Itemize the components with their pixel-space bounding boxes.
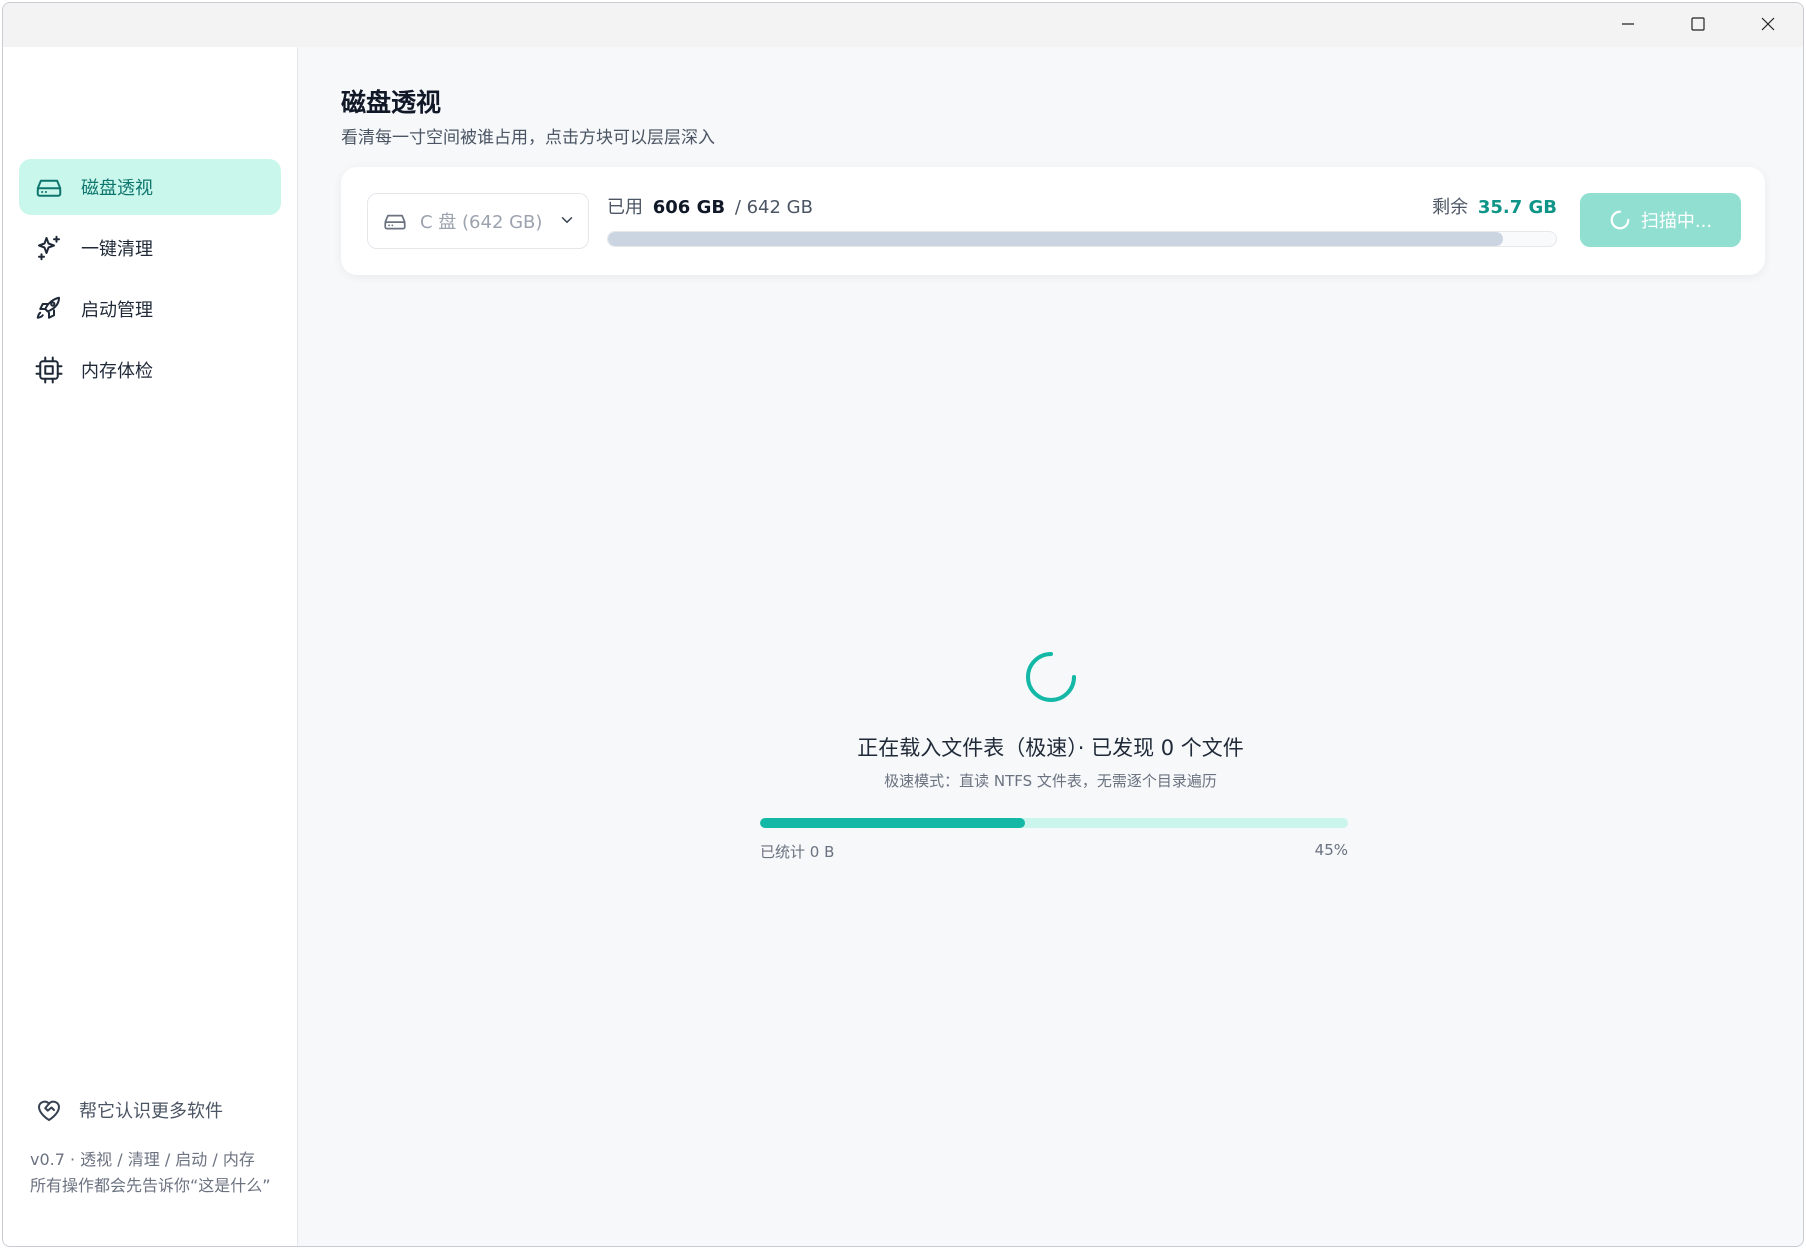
- used-value: 606 GB: [652, 197, 726, 218]
- cpu-chip-icon: [33, 354, 65, 386]
- minimize-icon: [1621, 16, 1635, 35]
- page-subtitle: 看清每一寸空间被谁占用，点击方块可以层层深入: [341, 128, 715, 148]
- main-content: 磁盘透视 看清每一寸空间被谁占用，点击方块可以层层深入 C 盘 (642 GB)…: [298, 47, 1803, 1246]
- disk-usage-bar: [607, 231, 1557, 247]
- usage-summary: 已用 606 GB / 642 GB 剩余 35.7 GB: [607, 193, 1557, 219]
- free-label: 剩余: [1432, 197, 1469, 218]
- loading-status: 正在载入文件表（极速）· 已发现 0 个文件: [857, 736, 1244, 760]
- maximize-icon: [1691, 16, 1705, 35]
- chevron-down-icon: [558, 211, 576, 229]
- loading-spinner-icon: [1025, 651, 1077, 707]
- close-icon: [1761, 16, 1775, 35]
- help-recognize-software-link[interactable]: 帮它认识更多软件: [19, 1088, 281, 1132]
- drive-select-value: C 盘 (642 GB): [420, 212, 543, 233]
- total-value: / 642 GB: [734, 197, 813, 218]
- sidebar-item-label: 一键清理: [81, 239, 153, 260]
- loading-mode-note: 极速模式：直读 NTFS 文件表，无需逐个目录遍历: [884, 772, 1217, 790]
- close-button[interactable]: [1733, 3, 1803, 47]
- counted-size-label: 已统计 0 B: [760, 843, 835, 861]
- sidebar-item-label: 启动管理: [81, 300, 153, 321]
- sidebar: 磁盘透视 一键清理 启动管理 内存体检 帮它认识更多软件 v0.7 · 透视 /…: [3, 47, 298, 1246]
- drive-select[interactable]: C 盘 (642 GB): [367, 193, 589, 249]
- sidebar-item-startup-manager[interactable]: 启动管理: [19, 281, 281, 337]
- page-title: 磁盘透视: [341, 88, 442, 117]
- promo-label: 帮它认识更多软件: [79, 1101, 223, 1122]
- sidebar-item-label: 磁盘透视: [81, 178, 153, 199]
- free-value: 35.7 GB: [1477, 197, 1557, 218]
- version-info: v0.7 · 透视 / 清理 / 启动 / 内存 所有操作都会先告诉你“这是什么…: [30, 1147, 275, 1199]
- progress-percent: 45%: [1314, 841, 1348, 859]
- hard-drive-icon: [382, 208, 408, 234]
- sidebar-item-disk-insight[interactable]: 磁盘透视: [19, 159, 281, 215]
- used-label: 已用: [607, 197, 643, 218]
- version-text: v0.7 · 透视 / 清理 / 启动 / 内存: [30, 1150, 255, 1169]
- heart-handshake-icon: [33, 1094, 65, 1126]
- scan-progress-fill: [760, 818, 1025, 828]
- sparkles-icon: [33, 232, 65, 264]
- rocket-icon: [33, 293, 65, 325]
- scan-button-label: 扫描中...: [1640, 211, 1713, 232]
- sidebar-item-label: 内存体检: [81, 361, 153, 382]
- scan-button[interactable]: 扫描中...: [1580, 193, 1741, 247]
- maximize-button[interactable]: [1663, 3, 1733, 47]
- disk-usage-fill: [608, 232, 1503, 246]
- tagline-text: 所有操作都会先告诉你“这是什么”: [30, 1176, 271, 1195]
- sidebar-item-memory-check[interactable]: 内存体检: [19, 342, 281, 398]
- hard-drive-icon: [33, 171, 65, 203]
- title-bar: [3, 3, 1803, 47]
- scan-progress-bar: [760, 818, 1348, 828]
- sidebar-item-one-click-clean[interactable]: 一键清理: [19, 220, 281, 276]
- spinner-icon: [1609, 209, 1631, 231]
- app-window: 磁盘透视 一键清理 启动管理 内存体检 帮它认识更多软件 v0.7 · 透视 /…: [2, 2, 1804, 1247]
- minimize-button[interactable]: [1593, 3, 1663, 47]
- disk-usage-card: C 盘 (642 GB) 已用 606 GB / 642 GB 剩余 35.7 …: [341, 167, 1765, 275]
- free-space: 剩余 35.7 GB: [1432, 193, 1557, 219]
